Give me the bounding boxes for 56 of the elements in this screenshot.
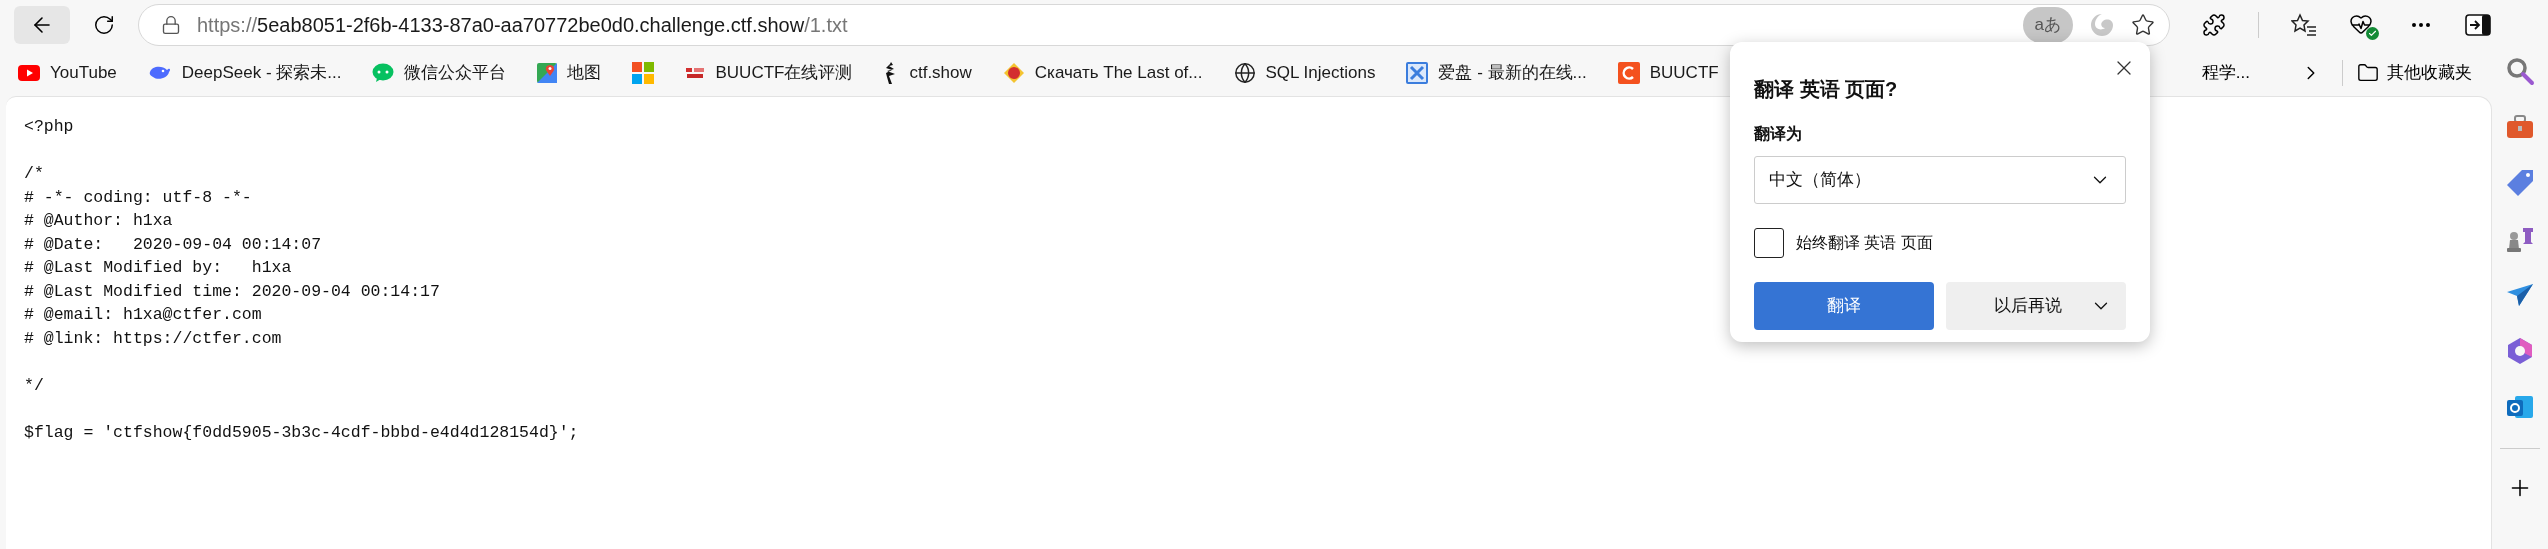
bookmark[interactable]: Скачать The Last of... (1002, 60, 1203, 86)
code-line: # @link: https://ctfer.com (24, 327, 282, 350)
cross-icon (1406, 62, 1429, 84)
code-line: $flag = 'ctfshow{f0dd5905-3b3c-4cdf-bbbd-e4d4d128154d}'; (24, 421, 579, 444)
reload-icon (93, 14, 115, 36)
code-line: # @email: h1xa@ctfer.com (24, 304, 262, 326)
address-bar[interactable]: https://5eab8051-2f6b-4133-87a0-aa70772be0d0.challenge.ctf.show/1.txt aあ (138, 4, 2170, 46)
sidebar-toggle-icon[interactable] (2465, 14, 2491, 36)
code-line: /* (24, 163, 44, 185)
bookmark[interactable]: 地图 (537, 60, 602, 86)
folder-icon (2357, 62, 2379, 84)
bookmark[interactable]: 微信公众平台 (372, 60, 507, 86)
search-icon[interactable] (2505, 56, 2535, 86)
bookmark[interactable]: ctf.show (883, 60, 972, 86)
checkbox[interactable] (1754, 228, 1784, 258)
code-line: # @Last Modified time: 2020-09-04 00:14:17 (24, 280, 440, 303)
later-button[interactable]: 以后再说 (1946, 282, 2126, 330)
logo-icon (1617, 62, 1640, 84)
code-line: # @Author: h1xa (24, 210, 173, 232)
bookmark[interactable] (632, 62, 655, 84)
language-select[interactable]: 中文（简体） (1754, 156, 2126, 204)
code-line: # -*- coding: utf-8 -*- (24, 186, 252, 209)
url-text: https://5eab8051-2f6b-4133-87a0-aa70772be0d0.challenge.ctf.show/1.txt (197, 13, 849, 38)
bookmark[interactable]: BUUCTF (1617, 60, 1719, 86)
code-line: */ (24, 374, 44, 397)
field-label: 翻译为 (1754, 124, 1802, 144)
bookmark[interactable]: YouTube (18, 60, 117, 86)
ring-logo-icon[interactable] (2505, 336, 2535, 366)
dialog-title: 翻译 英语 页面? (1754, 77, 1898, 102)
badge-icon (1002, 62, 1025, 84)
translate-button[interactable]: aあ (2022, 7, 2073, 43)
code-line: <?php (24, 116, 74, 138)
chat-icon (372, 63, 395, 83)
translate-button[interactable]: 翻译 (1754, 282, 1934, 330)
bookmark[interactable]: 程学... (2201, 60, 2250, 86)
code-line: # @Last Modified by: h1xa (24, 257, 292, 279)
whale-icon (147, 64, 172, 82)
video-icon (18, 65, 40, 81)
bookmark[interactable]: SQL Injections (1233, 60, 1376, 86)
code-line: # @Date: 2020-09-04 00:14:07 (24, 233, 322, 256)
back-button[interactable] (14, 6, 70, 44)
checkbox-label: 始终翻译 英语 页面 (1796, 233, 1933, 253)
favorite-icon[interactable] (2131, 13, 2155, 37)
other-bookmarks[interactable]: 其他收藏夹 (2357, 60, 2472, 86)
globe-icon (1233, 62, 1256, 84)
bookmark[interactable]: BUUCTF在线评测 (685, 60, 853, 86)
bookmark[interactable]: DeepSeek - 探索未... (147, 60, 342, 86)
extensions-icon[interactable] (2202, 13, 2226, 37)
logo-icon (685, 65, 706, 81)
four-squares-icon (632, 62, 655, 84)
tag-icon[interactable] (2505, 168, 2535, 198)
lock-icon (161, 15, 181, 35)
favorites-list-icon[interactable] (2291, 13, 2317, 37)
map-icon (537, 63, 558, 83)
bookmark[interactable]: 爱盘 - 最新的在线... (1406, 60, 1587, 86)
health-icon[interactable] (2349, 12, 2377, 38)
